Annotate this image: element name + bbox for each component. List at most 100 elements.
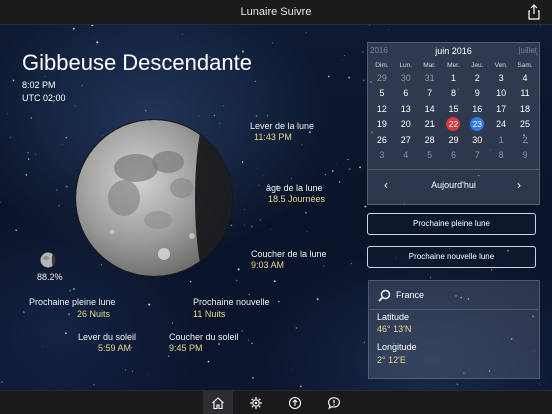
calendar-day-number: 24: [496, 119, 507, 130]
calendar-day[interactable]: 15: [442, 104, 466, 114]
calendar-month-title: juin 2016: [435, 46, 472, 56]
star: [254, 80, 257, 82]
calendar-day[interactable]: 3: [370, 150, 394, 160]
today-button[interactable]: Aujourd'hui: [368, 180, 539, 190]
gear-icon: [250, 397, 262, 409]
calendar-day[interactable]: 27: [394, 135, 418, 145]
weekday-label: Sam.: [517, 62, 533, 69]
calendar-day[interactable]: 10: [489, 88, 513, 98]
calendar-day[interactable]: 29: [370, 73, 394, 83]
tab-settings[interactable]: [241, 391, 271, 414]
star: [538, 383, 540, 385]
star: [244, 208, 246, 210]
weekday-row: Dim. Lun. Mar. Mer. Jeu. Ven. Sam.: [370, 61, 537, 70]
star: [336, 164, 338, 165]
star: [93, 384, 95, 386]
star: [241, 161, 244, 163]
calendar-day[interactable]: 30: [394, 73, 418, 83]
star: [218, 343, 220, 345]
calendar-day[interactable]: 25: [513, 119, 537, 129]
calendar-day[interactable]: 13: [394, 104, 418, 114]
star: [81, 84, 83, 86]
next-full-moon-value: 26 Nuits: [77, 309, 111, 319]
calendar-day-number: 7: [427, 88, 433, 99]
tab-feedback[interactable]: [319, 391, 349, 414]
tab-home[interactable]: [203, 391, 233, 414]
share-icon[interactable]: [526, 4, 542, 20]
next-new-moon-button[interactable]: Prochaine nouvelle lune: [367, 246, 536, 268]
star: [291, 368, 292, 370]
calendar-week-row: 5 6 7 8 9 10 11: [370, 86, 537, 102]
location-country: France: [396, 290, 425, 300]
calendar-day[interactable]: 8: [489, 150, 513, 160]
star: [331, 170, 334, 172]
calendar-day-number: 6: [403, 88, 409, 99]
star: [68, 313, 71, 316]
star: [430, 277, 432, 279]
moonset-label: Coucher de la lune: [251, 249, 327, 259]
latitude-label: Latitude: [377, 312, 410, 322]
location-search[interactable]: France: [369, 281, 539, 310]
star: [348, 168, 351, 171]
calendar-day[interactable]: 17: [489, 104, 513, 114]
star: [182, 33, 183, 35]
calendar-day[interactable]: 5: [418, 150, 442, 160]
calendar-day[interactable]: 4: [513, 73, 537, 83]
calendar-day[interactable]: 20: [394, 119, 418, 129]
calendar-day[interactable]: 18: [513, 104, 537, 114]
star: [167, 355, 170, 357]
calendar-day-full-moon[interactable]: 22: [442, 117, 466, 132]
star: [1, 381, 3, 383]
calendar-day[interactable]: 3: [489, 73, 513, 83]
calendar-day[interactable]: 30: [465, 135, 489, 145]
calendar-day[interactable]: 7: [465, 150, 489, 160]
calendar-day[interactable]: 21: [418, 119, 442, 129]
calendar-day[interactable]: 11: [513, 88, 537, 98]
star: [316, 298, 319, 301]
calendar-day[interactable]: 7: [418, 88, 442, 98]
calendar-day-number: 28: [424, 134, 435, 145]
calendar-day[interactable]: 2: [465, 73, 489, 83]
calendar-day[interactable]: 9: [465, 88, 489, 98]
calendar-day[interactable]: 9: [513, 150, 537, 160]
star: [348, 76, 351, 79]
star: [338, 181, 341, 183]
calendar-day[interactable]: 1: [442, 73, 466, 83]
calendar-day[interactable]: 19: [370, 119, 394, 129]
star: [222, 105, 225, 107]
calendar-day[interactable]: 26: [370, 135, 394, 145]
star: [12, 79, 15, 82]
calendar-day[interactable]: 2: [513, 135, 537, 145]
star: [131, 346, 133, 349]
calendar-day-number: 30: [400, 72, 411, 83]
calendar-day[interactable]: 8: [442, 88, 466, 98]
calendar-day[interactable]: 31: [418, 73, 442, 83]
next-full-moon-label: Prochaine pleine lune: [29, 297, 116, 307]
calendar-next-month[interactable]: juillet: [519, 46, 537, 55]
calendar-day[interactable]: 29: [442, 135, 466, 145]
nav-next-button[interactable]: ›: [517, 178, 521, 192]
star: [248, 293, 250, 295]
next-full-moon-button[interactable]: Prochaine pleine lune: [367, 213, 536, 235]
calendar-day[interactable]: 1: [489, 135, 513, 145]
moon-image: [75, 119, 233, 277]
tab-bar: [0, 390, 552, 414]
calendar-day[interactable]: 28: [418, 135, 442, 145]
calendar-day[interactable]: 12: [370, 104, 394, 114]
calendar-day[interactable]: 6: [394, 88, 418, 98]
app-title: Lunaire Suivre: [240, 6, 312, 18]
calendar-day[interactable]: 5: [370, 88, 394, 98]
calendar-day[interactable]: 14: [418, 104, 442, 114]
calendar-day[interactable]: 16: [465, 104, 489, 114]
tab-share[interactable]: [280, 391, 310, 414]
calendar-day[interactable]: 24: [489, 119, 513, 129]
calendar-day[interactable]: 4: [394, 150, 418, 160]
calendar-day-number: 11: [520, 88, 530, 99]
search-icon[interactable]: [378, 289, 391, 302]
calendar-day-selected[interactable]: 23: [465, 117, 489, 132]
calendar-panel: 2016 juin 2016 juillet Dim. Lun. Mar. Mer. J…: [367, 42, 540, 205]
calendar-day[interactable]: 6: [442, 150, 466, 160]
calendar-day-number: 22: [446, 117, 461, 132]
star: [96, 41, 99, 44]
calendar-day-number: 30: [472, 134, 483, 145]
